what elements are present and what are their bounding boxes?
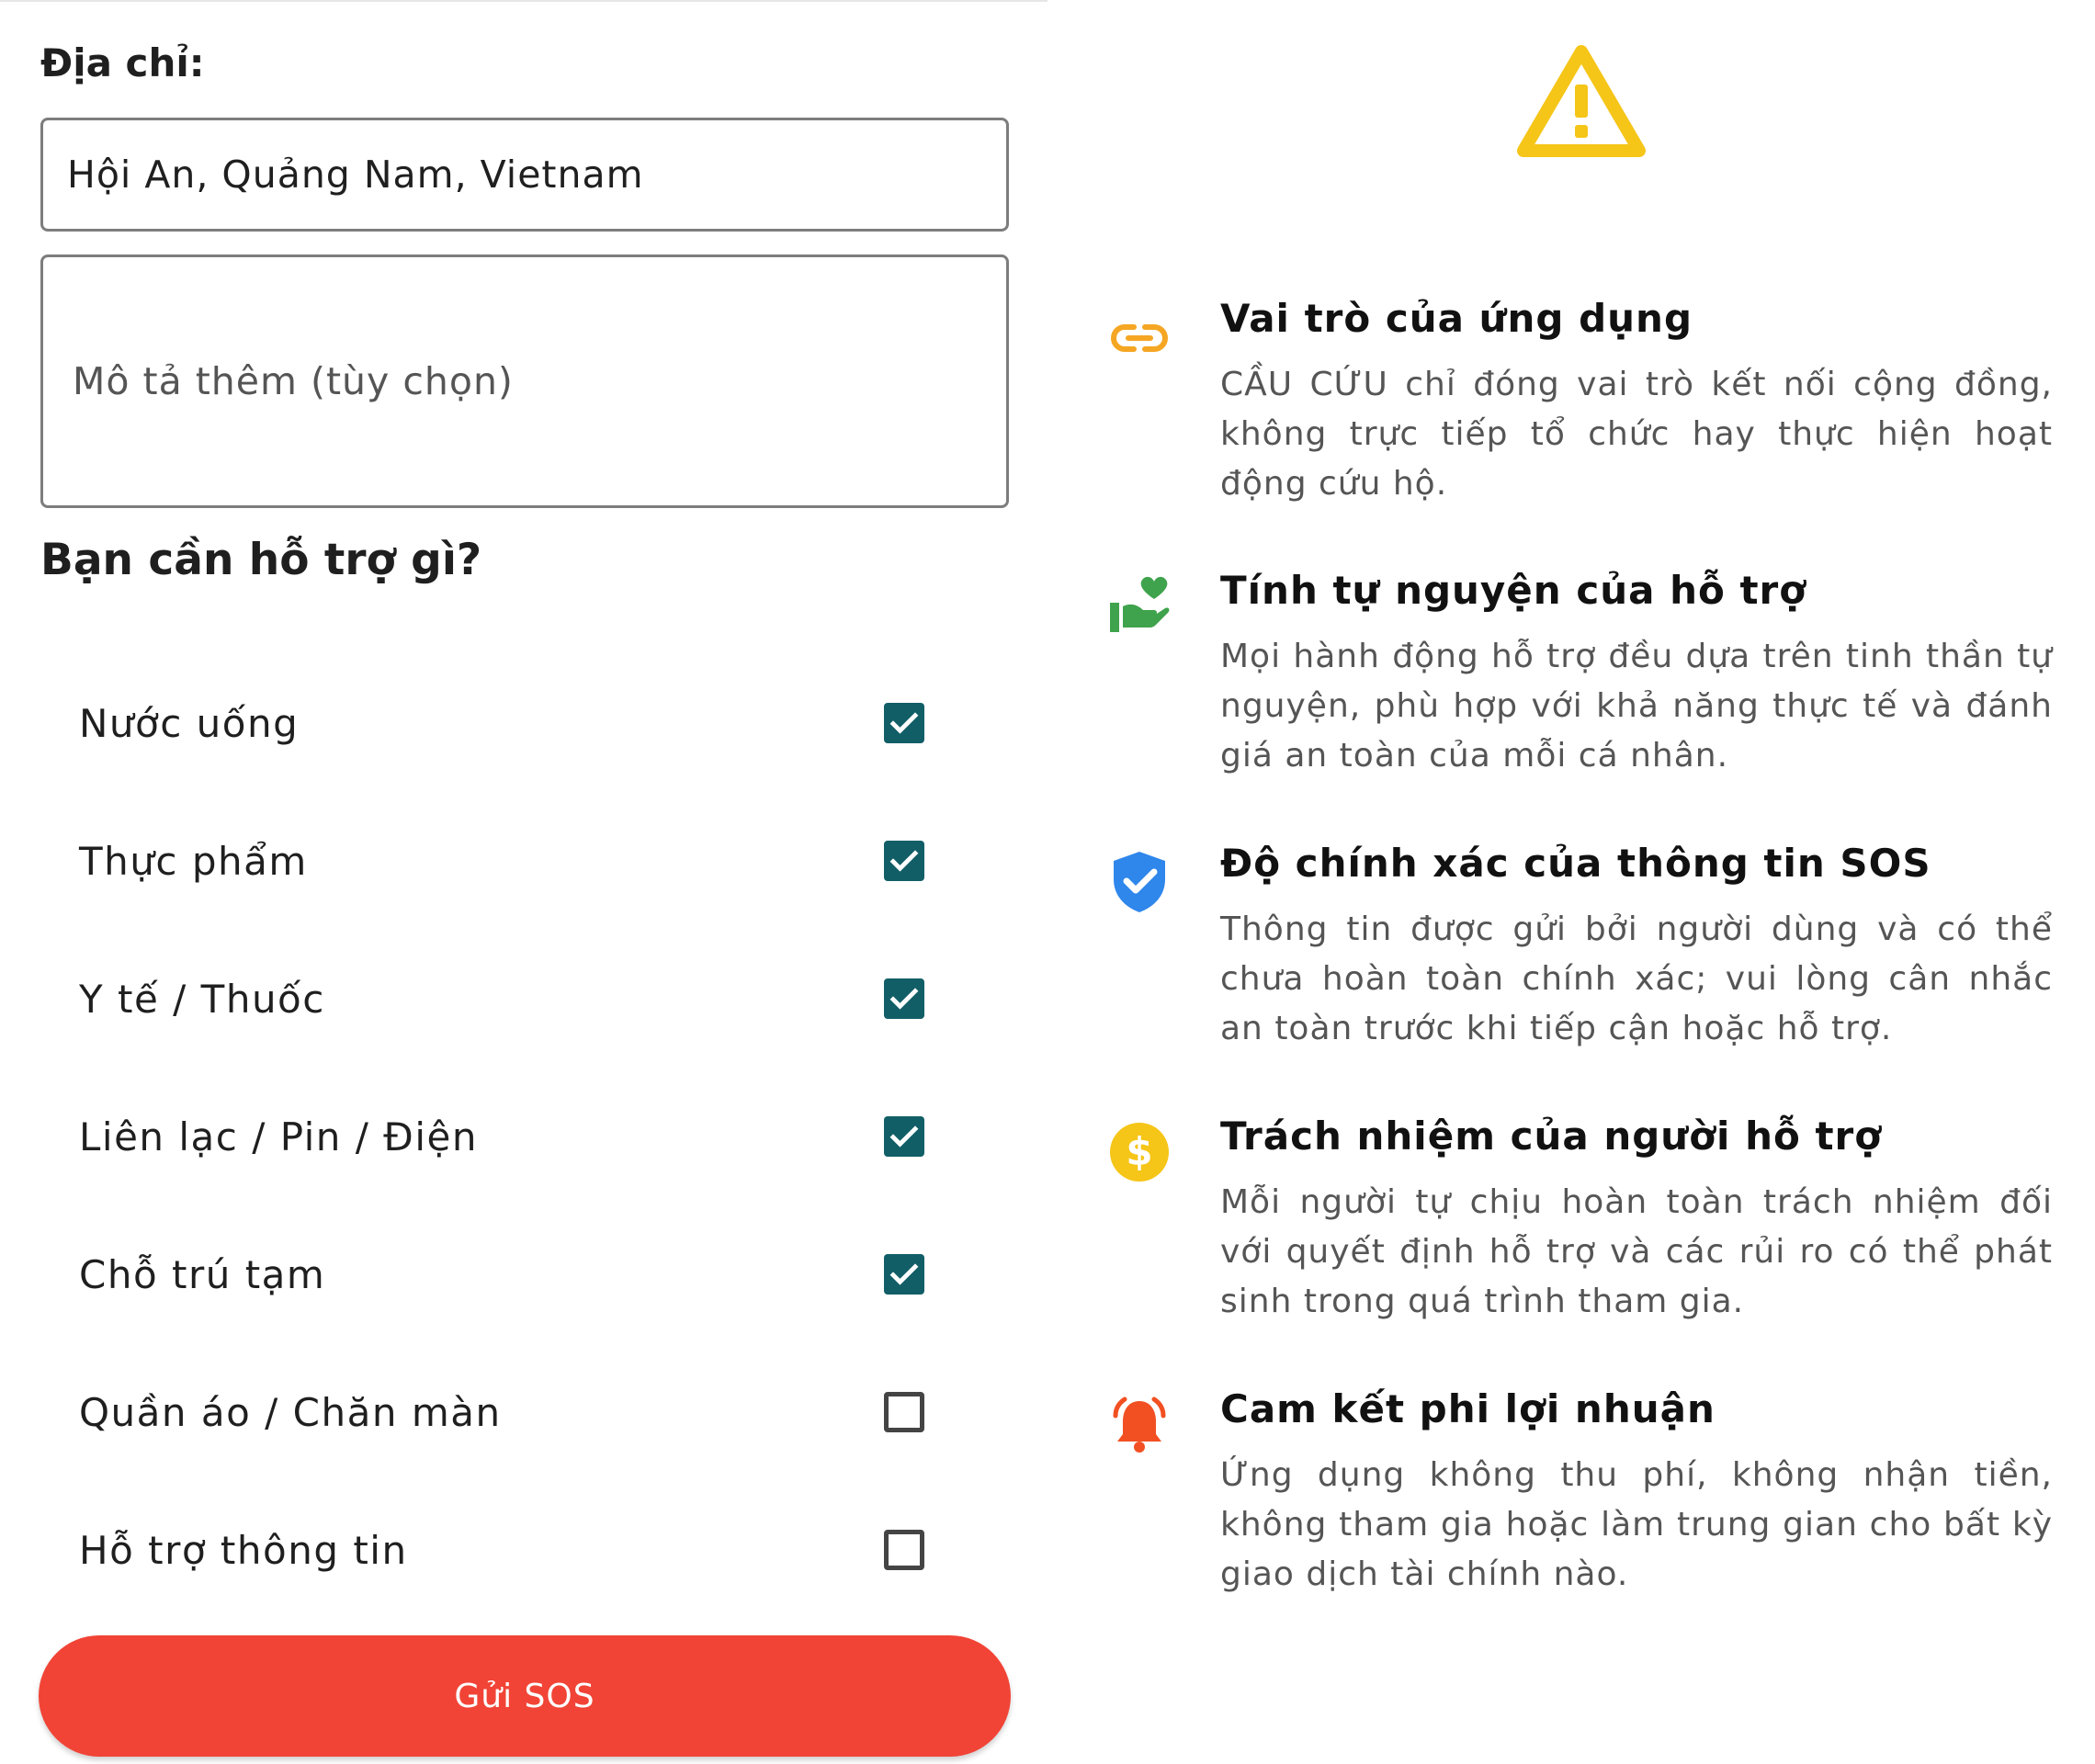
- disclaimer-panel: Vai trò của ứng dụng CẦU CỨU chỉ đóng va…: [1048, 0, 2095, 1764]
- option-label: Chỗ trú tạm: [79, 1251, 326, 1297]
- option-row-water[interactable]: Nước uống: [79, 677, 934, 769]
- option-label: Y tế / Thuốc: [79, 976, 325, 1022]
- option-label: Hỗ trợ thông tin: [79, 1527, 408, 1573]
- dollar-coin-icon: $: [1110, 1123, 1169, 1182]
- option-row-shelter[interactable]: Chỗ trú tạm: [79, 1228, 934, 1320]
- disclaimer-title: Tính tự nguyện của hỗ trợ: [1220, 568, 1807, 613]
- address-input[interactable]: Hội An, Quảng Nam, Vietnam: [40, 118, 1009, 232]
- checkbox-shelter[interactable]: [884, 1254, 924, 1295]
- verified-shield-icon: [1114, 852, 1165, 912]
- checkbox-clothing[interactable]: [884, 1392, 924, 1432]
- checkmark-icon: [889, 988, 919, 1010]
- disclaimer-body: Ứng dụng không thu phí, không nhận tiền,…: [1220, 1456, 2053, 1593]
- disclaimer-title: Cam kết phi lợi nhuận: [1220, 1386, 1716, 1431]
- option-row-medical[interactable]: Y tế / Thuốc: [79, 953, 934, 1045]
- svg-text:$: $: [1126, 1129, 1152, 1174]
- alarm-bell-icon: [1113, 1396, 1166, 1453]
- option-label: Thực phẩm: [79, 838, 308, 884]
- disclaimer-title: Trách nhiệm của người hỗ trợ: [1220, 1114, 1883, 1159]
- warning-icon: [1517, 45, 1646, 157]
- option-row-information[interactable]: Hỗ trợ thông tin: [79, 1504, 934, 1596]
- option-row-communication[interactable]: Liên lạc / Pin / Điện: [79, 1091, 934, 1182]
- checkbox-communication[interactable]: [884, 1116, 924, 1157]
- disclaimer-body: Thông tin được gửi bởi người dùng và có …: [1220, 910, 2053, 1047]
- disclaimer-title: Độ chính xác của thông tin SOS: [1220, 841, 1931, 886]
- disclaimer-body: Mọi hành động hỗ trợ đều dựa trên tinh t…: [1220, 638, 2053, 775]
- disclaimer-body: CẦU CỨU chỉ đóng vai trò kết nối cộng đồ…: [1220, 366, 2053, 503]
- volunteer-icon: [1110, 576, 1170, 632]
- checkmark-icon: [889, 1125, 919, 1148]
- help-needed-title: Bạn cần hỗ trợ gì?: [40, 535, 482, 585]
- checkmark-icon: [889, 1263, 919, 1285]
- option-label: Nước uống: [79, 700, 300, 746]
- checkmark-icon: [889, 850, 919, 872]
- disclaimer-body: Mỗi người tự chịu hoàn toàn trách nhiệm …: [1220, 1183, 2053, 1320]
- address-label: Địa chỉ:: [40, 40, 205, 85]
- checkmark-icon: [889, 712, 919, 734]
- checkbox-water[interactable]: [884, 703, 924, 743]
- send-sos-button[interactable]: Gửi SOS: [39, 1635, 1011, 1757]
- option-row-clothing[interactable]: Quần áo / Chăn màn: [79, 1366, 934, 1458]
- checkbox-medical[interactable]: [884, 978, 924, 1019]
- disclaimer-title: Vai trò của ứng dụng: [1220, 296, 1693, 341]
- checkbox-food[interactable]: [884, 841, 924, 881]
- option-row-food[interactable]: Thực phẩm: [79, 815, 934, 907]
- option-label: Quần áo / Chăn màn: [79, 1389, 502, 1435]
- description-input[interactable]: Mô tả thêm (tùy chọn): [40, 254, 1009, 508]
- sos-form-panel: Địa chỉ: Hội An, Quảng Nam, Vietnam Mô t…: [0, 0, 1048, 1764]
- link-icon: [1111, 324, 1168, 352]
- checkbox-information[interactable]: [884, 1530, 924, 1570]
- option-label: Liên lạc / Pin / Điện: [79, 1114, 478, 1159]
